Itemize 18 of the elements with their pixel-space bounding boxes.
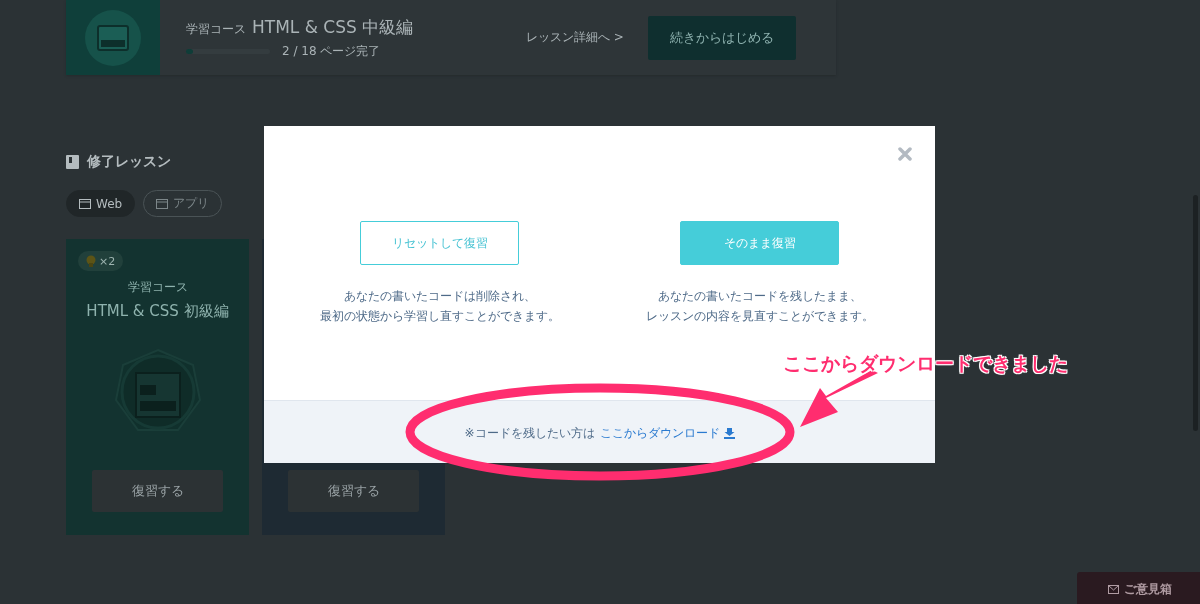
download-link[interactable]: ここからダウンロード <box>599 424 735 442</box>
continue-button[interactable]: 続きからはじめる <box>647 15 796 60</box>
option-description: あなたの書いたコードを残したまま、 レッスンの内容を見直すことができます。 <box>645 288 874 325</box>
course-label: 学習コース <box>127 279 188 296</box>
progress-text: 2 / 18 ページ完了 <box>282 42 381 60</box>
review-button[interactable]: 復習する <box>92 470 223 512</box>
annotation-text: ここからダウンロードできました <box>783 351 1068 376</box>
course-label: 学習コース <box>186 20 246 38</box>
feedback-button[interactable]: ご意見箱 <box>1077 572 1200 604</box>
course-title: HTML & CSS 初級編 <box>86 302 229 321</box>
footer-note: ※コードを残したい方は <box>464 424 595 442</box>
filter-tab[interactable]: Web <box>66 190 136 217</box>
course-title: HTML & CSS 中級編 <box>252 15 414 39</box>
section-heading: 修了レッスン <box>87 153 171 171</box>
review-button[interactable]: 復習する <box>288 470 419 512</box>
lesson-details-link[interactable]: レッスン詳細へ > <box>526 29 624 46</box>
medal-badge: ×2 <box>78 251 124 271</box>
option-description: あなたの書いたコードは削除され、 最初の状態から学習し直すことができます。 <box>319 288 560 325</box>
